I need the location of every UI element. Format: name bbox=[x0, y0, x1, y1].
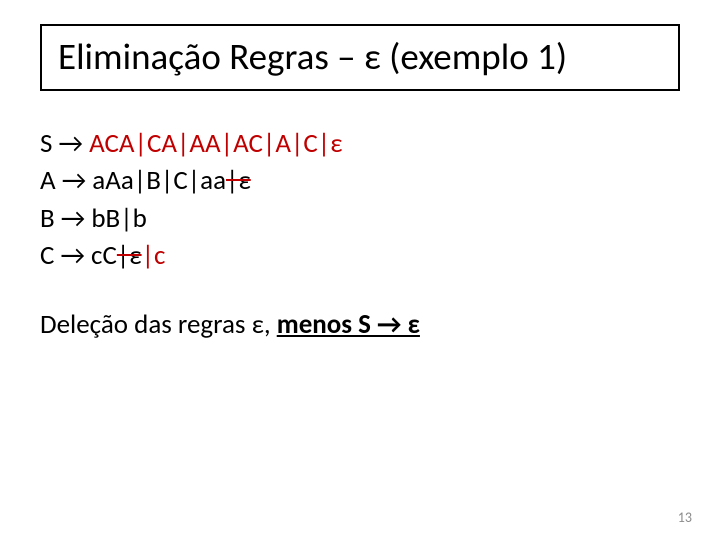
slide: Eliminação Regras – ε (exemplo 1) S → AC… bbox=[0, 0, 720, 540]
rule-c-added: |c bbox=[142, 239, 166, 272]
rule-b-lhs: B → bbox=[40, 202, 91, 235]
page-number: 13 bbox=[678, 509, 692, 526]
rule-b: B → bB|b bbox=[40, 200, 680, 237]
rule-s: S → ACA|CA|AA|AC|A|C|ε bbox=[40, 125, 680, 162]
rule-a: A → aAa|B|C|aa|ε bbox=[40, 162, 680, 199]
deletion-emphasis: menos S → ε bbox=[277, 308, 420, 341]
slide-title: Eliminação Regras – ε (exemplo 1) bbox=[58, 34, 662, 79]
rule-b-rhs: bB|b bbox=[91, 202, 147, 235]
rule-c: C → cC|ε|c bbox=[40, 237, 680, 274]
rule-a-rhs: aAa|B|C|aa bbox=[92, 164, 226, 197]
rule-c-lhs: C → bbox=[40, 239, 91, 272]
deletion-prefix: Deleção das regras ε, bbox=[40, 308, 277, 341]
deletion-note: Deleção das regras ε, menos S → ε bbox=[40, 308, 680, 341]
grammar-rules: S → ACA|CA|AA|AC|A|C|ε A → aAa|B|C|aa|ε … bbox=[40, 125, 680, 274]
rule-c-rhs: cC bbox=[91, 239, 117, 272]
title-box: Eliminação Regras – ε (exemplo 1) bbox=[40, 24, 680, 91]
rule-s-added: ACA|CA|AA|AC|A|C|ε bbox=[89, 127, 342, 160]
rule-s-lhs: S → bbox=[40, 127, 89, 160]
rule-a-lhs: A → bbox=[40, 164, 92, 197]
rule-c-deleted: |ε bbox=[117, 239, 142, 272]
rule-a-deleted: |ε bbox=[226, 164, 251, 197]
